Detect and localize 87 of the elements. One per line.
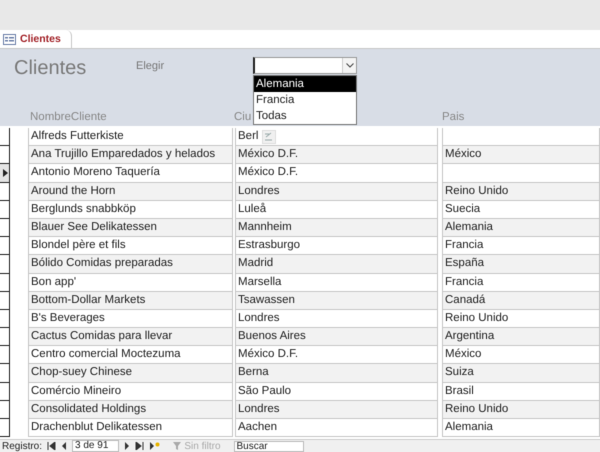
table-cell: México D.F. (235, 146, 438, 164)
table-cell: México D.F. (235, 346, 438, 364)
table-cell: Reino Unido (442, 182, 600, 201)
table-cell: España (442, 255, 600, 274)
record-selector[interactable] (0, 346, 10, 364)
column-header: Pais (442, 111, 464, 123)
table-cell: Suecia (442, 200, 600, 219)
table-cell: Marsella (235, 274, 438, 292)
dropdown-option[interactable]: Alemania (254, 76, 356, 92)
record-selector[interactable] (0, 310, 10, 328)
current-record-icon (3, 168, 8, 177)
table-cell: Comércio Mineiro (28, 382, 233, 401)
table-cell: México D.F. (235, 164, 438, 183)
table-cell: Aachen (235, 419, 438, 438)
table-cell: Suiza (442, 364, 600, 383)
table-cell: Francia (442, 237, 600, 256)
record-selector[interactable] (0, 146, 10, 164)
record-selector[interactable] (0, 255, 10, 274)
table-cell: Berl (235, 128, 438, 146)
table-cell: México (442, 346, 600, 364)
table-cell: México (442, 146, 600, 164)
table-cell: Canadá (442, 292, 600, 310)
table-cell: Reino Unido (442, 310, 600, 328)
form-title: Clientes (14, 57, 88, 80)
table-cell: Mannheim (235, 218, 438, 238)
table-cell: Bólido Comidas preparadas (28, 255, 233, 274)
caret-icon (346, 63, 354, 68)
table-cell: Berglunds snabbköp (28, 200, 233, 219)
table-cell: Argentina (442, 328, 600, 346)
record-selector[interactable] (0, 218, 10, 238)
last-record-icon[interactable] (135, 442, 144, 450)
next-record-icon[interactable] (124, 442, 130, 450)
first-record-icon[interactable] (47, 442, 56, 450)
record-selector[interactable] (0, 128, 10, 146)
table-cell: Reino Unido (442, 400, 600, 419)
table-cell: Blondel père et fils (28, 237, 233, 256)
table-cell: Blauer See Delikatessen (28, 218, 233, 238)
record-selector[interactable] (0, 328, 10, 346)
previous-record-icon[interactable] (61, 442, 68, 450)
dropdown-option[interactable]: Todas (254, 108, 356, 124)
table-cell: Bottom-Dollar Markets (28, 292, 233, 310)
table-cell: Berna (235, 364, 438, 383)
record-selector[interactable] (0, 200, 10, 219)
funnel-icon (173, 442, 182, 450)
table-cell: Londres (235, 310, 438, 328)
record-selector[interactable] (0, 400, 10, 419)
table-cell: Brasil (442, 382, 600, 401)
table-cell: Cactus Comidas para llevar (28, 328, 233, 346)
table-cell: Alemania (442, 218, 600, 238)
table-cell: Ana Trujillo Emparedados y helados (28, 146, 233, 164)
record-selector[interactable] (0, 382, 10, 401)
combo-label: Elegir (136, 60, 166, 72)
column-header: Ciu (234, 111, 252, 123)
record-selector[interactable] (0, 292, 10, 310)
table-cell: Around the Horn (28, 182, 233, 201)
record-selector[interactable] (0, 419, 10, 438)
table-cell: Madrid (235, 255, 438, 274)
table-cell: Estrasburgo (235, 237, 438, 256)
table-cell: Alemania (442, 419, 600, 438)
new-record-icon[interactable] (149, 442, 160, 450)
table-cell: Drachenblut Delikatessen (28, 419, 233, 438)
dropdown-option[interactable]: Francia (254, 92, 356, 108)
record-selector[interactable] (0, 164, 10, 183)
table-cell: Luleå (235, 200, 438, 219)
record-position-field[interactable]: 3 de 91 (72, 440, 120, 452)
form-icon (3, 34, 16, 44)
table-cell: Bon app' (28, 274, 233, 292)
column-header: NombreCliente (30, 111, 107, 123)
table-cell: Buenos Aires (235, 328, 438, 346)
table-cell: Chop-suey Chinese (28, 364, 233, 383)
table-cell: São Paulo (235, 382, 438, 401)
search-field[interactable]: Buscar (234, 440, 304, 452)
record-selector[interactable] (0, 274, 10, 292)
record-label: Registro: (2, 440, 42, 452)
table-cell: Tsawassen (235, 292, 438, 310)
table-cell: Londres (235, 182, 438, 201)
table-cell: Francia (442, 274, 600, 292)
table-cell: Londres (235, 400, 438, 419)
table-cell: Centro comercial Moctezuma (28, 346, 233, 364)
table-cell: Antonio Moreno Taquería (28, 164, 233, 183)
table-cell: B's Beverages (28, 310, 233, 328)
record-selector[interactable] (0, 182, 10, 201)
document-tab[interactable]: Clientes (0, 30, 72, 48)
record-selector[interactable] (0, 364, 10, 383)
table-cell: Consolidated Holdings (28, 400, 233, 419)
table-cell: Alfreds Futterkiste (28, 128, 233, 146)
record-selector[interactable] (0, 237, 10, 256)
